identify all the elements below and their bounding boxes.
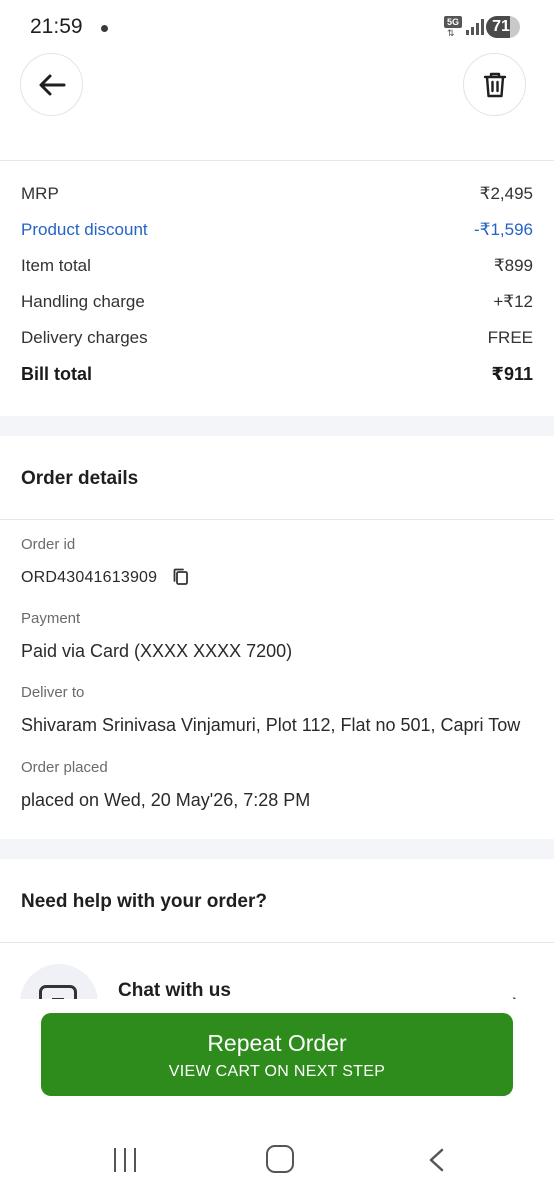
order-id-value: ORD43041613909 bbox=[21, 569, 158, 586]
bill-row-delivery-charges: Delivery charges FREE bbox=[0, 319, 554, 355]
recents-icon[interactable] bbox=[112, 1148, 138, 1172]
bill-row-bill-total: Bill total ₹911 bbox=[0, 355, 554, 391]
order-placed-label: Order placed bbox=[21, 759, 108, 776]
bill-row-label: Bill total bbox=[21, 364, 92, 384]
battery-level: 71 bbox=[492, 18, 510, 35]
status-time: 21:59 bbox=[30, 15, 83, 38]
battery-icon: 71 bbox=[486, 16, 520, 38]
section-gap bbox=[0, 416, 554, 436]
bill-row-product-discount: Product discount -₹1,596 bbox=[0, 211, 554, 247]
order-placed-value: placed on Wed, 20 May'26, 7:28 PM bbox=[21, 790, 311, 810]
deliver-to-label: Deliver to bbox=[21, 684, 85, 701]
notification-dot-icon bbox=[101, 25, 108, 32]
bill-row-label: Handling charge bbox=[21, 292, 145, 311]
payment-value: Paid via Card (XXXX XXXX 7200) bbox=[21, 641, 293, 661]
bill-row-label: Product discount bbox=[21, 220, 148, 239]
header-divider bbox=[0, 160, 554, 161]
deliver-to-value: Shivaram Srinivasa Vinjamuri, Plot 112, … bbox=[21, 715, 521, 735]
signal-icon bbox=[466, 19, 484, 35]
copy-icon[interactable] bbox=[172, 568, 190, 586]
network-5g-icon: 5G ⇅ bbox=[444, 16, 464, 38]
arrow-left-icon bbox=[39, 74, 65, 95]
section-divider bbox=[0, 942, 554, 943]
repeat-order-label: Repeat Order bbox=[207, 1030, 347, 1056]
help-title: Need help with your order? bbox=[21, 891, 267, 912]
bill-row-value: ₹911 bbox=[491, 364, 533, 384]
bill-row-value: +₹12 bbox=[493, 292, 533, 311]
back-button[interactable] bbox=[20, 53, 83, 116]
home-icon[interactable] bbox=[266, 1145, 294, 1173]
trash-icon bbox=[483, 72, 506, 97]
bill-row-mrp: MRP ₹2,495 bbox=[0, 175, 554, 211]
bill-row-value: -₹1,596 bbox=[473, 220, 533, 239]
payment-label: Payment bbox=[21, 610, 81, 627]
delete-button[interactable] bbox=[463, 53, 526, 116]
bill-row-item-total: Item total ₹899 bbox=[0, 247, 554, 283]
system-nav-bar bbox=[0, 1104, 554, 1200]
bill-row-value: FREE bbox=[487, 328, 533, 347]
repeat-order-button[interactable]: Repeat Order VIEW CART ON NEXT STEP bbox=[41, 1013, 513, 1096]
order-details-title: Order details bbox=[21, 468, 139, 489]
bill-row-handling-charge: Handling charge +₹12 bbox=[0, 283, 554, 319]
order-id-label: Order id bbox=[21, 536, 76, 553]
bill-row-value: ₹2,495 bbox=[479, 184, 533, 203]
bill-row-label: MRP bbox=[21, 184, 59, 203]
nav-back-icon[interactable] bbox=[428, 1148, 444, 1172]
bill-row-label: Item total bbox=[21, 256, 91, 275]
status-bar: 21:59 5G ⇅ 71 bbox=[0, 0, 554, 56]
bill-row-label: Delivery charges bbox=[21, 328, 148, 347]
repeat-order-sublabel: VIEW CART ON NEXT STEP bbox=[168, 1063, 386, 1080]
section-divider bbox=[0, 519, 554, 520]
bill-summary: MRP ₹2,495 Product discount -₹1,596 Item… bbox=[0, 175, 554, 391]
section-gap bbox=[0, 839, 554, 859]
bill-row-value: ₹899 bbox=[493, 256, 533, 275]
